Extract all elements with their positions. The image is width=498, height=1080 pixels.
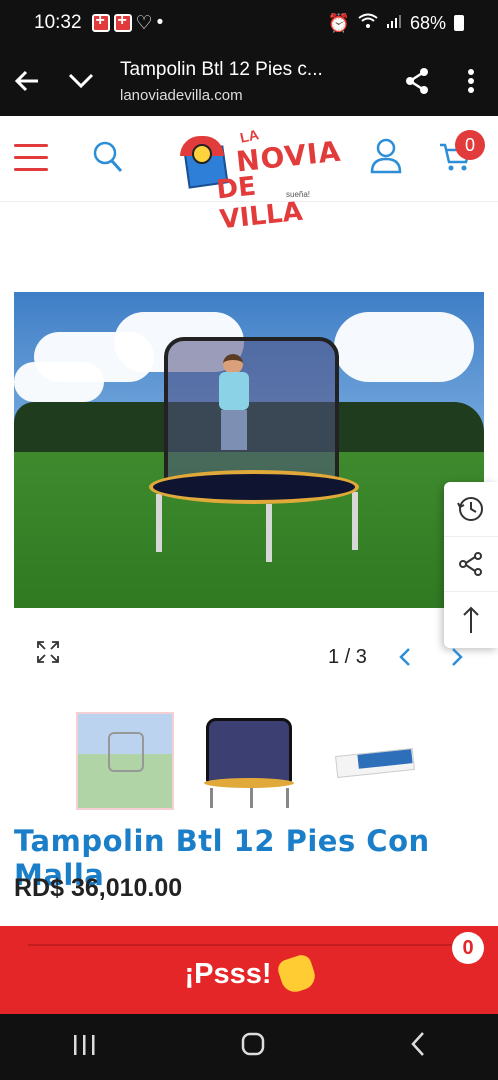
clock: 10:32: [34, 12, 82, 33]
browser-toolbar: Tampolin Btl 12 Pies c... lanoviadevilla…: [0, 46, 498, 116]
more-notifications-dot: •: [156, 12, 164, 33]
promo-badge[interactable]: 0: [452, 932, 484, 964]
promo-banner[interactable]: ¡Psss! 0: [0, 926, 498, 1014]
app-notification-icon: [91, 12, 110, 32]
thumbnail-1[interactable]: [76, 712, 174, 810]
chevron-down-icon[interactable]: [54, 51, 108, 111]
logo-tagline: sueña!: [286, 190, 311, 199]
trampoline-net: [164, 337, 339, 487]
child-legs: [221, 410, 247, 450]
search-icon[interactable]: [92, 140, 124, 179]
thumbnail-3[interactable]: [328, 712, 426, 810]
back-arrow-icon[interactable]: [0, 51, 54, 111]
trampoline-leg: [352, 492, 358, 550]
product-price: RD$ 36,010.00: [14, 874, 183, 902]
more-vert-icon[interactable]: [444, 51, 498, 111]
status-right: ⏰ 68%: [328, 13, 464, 34]
page-title: Tampolin Btl 12 Pies c...: [120, 58, 323, 80]
battery-icon: [454, 15, 464, 31]
status-bar: 10:32 ♡ • ⏰ 68%: [0, 0, 498, 46]
logo-text-de-villa: DE VILLA: [215, 171, 305, 236]
back-icon[interactable]: [410, 1031, 426, 1064]
signal-icon: [386, 13, 402, 34]
alarm-icon: ⏰: [327, 12, 350, 33]
image-cloud: [334, 312, 474, 382]
history-icon[interactable]: [444, 482, 498, 537]
child-body: [219, 372, 249, 410]
share-icon[interactable]: [390, 51, 444, 111]
home-icon[interactable]: [240, 1031, 266, 1064]
thumbnail-2[interactable]: [200, 712, 298, 810]
gallery-next-button[interactable]: [450, 646, 464, 674]
image-cloud: [14, 362, 104, 402]
gallery-counter: 1 / 3: [328, 646, 367, 668]
product-main-image[interactable]: [14, 292, 484, 608]
page-url: lanoviadevilla.com: [120, 86, 243, 104]
waving-hand-icon: [275, 952, 318, 996]
gallery-thumbnails: [76, 712, 436, 812]
app-notification-icon: [113, 12, 132, 32]
expand-icon[interactable]: [36, 640, 60, 669]
share-icon[interactable]: [444, 537, 498, 592]
system-nav-bar: [0, 1014, 498, 1080]
hamburger-menu-icon[interactable]: [14, 144, 48, 172]
recent-apps-icon[interactable]: [72, 1032, 96, 1063]
trampoline-leg: [156, 494, 162, 552]
battery-level: 68%: [409, 12, 446, 33]
trampoline-mat: [149, 470, 359, 504]
arrow-up-icon[interactable]: [444, 592, 498, 647]
user-icon[interactable]: [370, 138, 402, 179]
heart-notification-icon: ♡: [135, 12, 153, 34]
child-head: [223, 354, 243, 374]
browser-title-area[interactable]: Tampolin Btl 12 Pies c... lanoviadevilla…: [108, 59, 390, 104]
notification-icons: ♡ •: [91, 12, 164, 35]
site-logo[interactable]: LA NOVIA DE VILLA sueña!: [178, 126, 343, 235]
floating-tools: [444, 482, 498, 648]
wifi-icon: [358, 13, 378, 34]
site-header: LA NOVIA DE VILLA sueña! 0: [0, 116, 498, 235]
trampoline-leg: [266, 504, 272, 562]
gallery-prev-button[interactable]: [398, 646, 412, 674]
cart-count-badge[interactable]: 0: [455, 130, 485, 160]
promo-button[interactable]: ¡Psss!: [28, 944, 470, 1002]
logo-face: [192, 144, 212, 164]
promo-label: ¡Psss!: [184, 957, 272, 990]
